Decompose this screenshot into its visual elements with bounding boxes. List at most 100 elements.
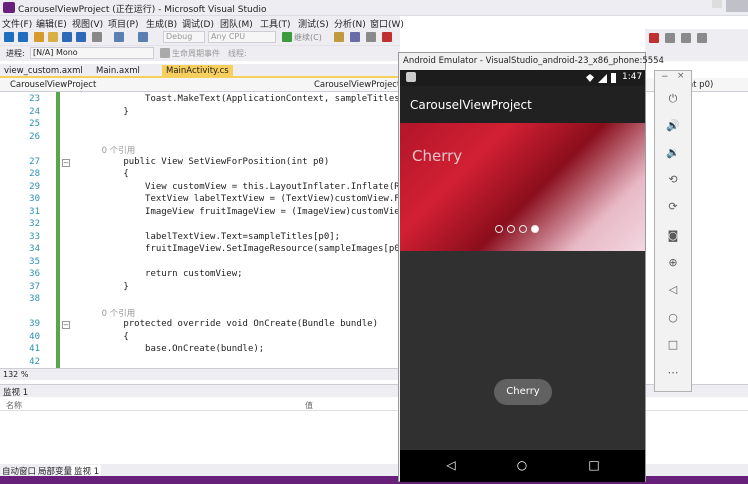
- nav-back-icon[interactable]: ◁: [444, 458, 458, 472]
- android-nav-bar: ◁ ○ □: [400, 450, 645, 482]
- tab-main-axml[interactable]: Main.axml: [92, 65, 144, 78]
- collapse-toggle[interactable]: −: [62, 158, 70, 167]
- close-button[interactable]: [726, 0, 748, 12]
- toolbar-right-icon[interactable]: [665, 33, 675, 43]
- diagnostics-icon[interactable]: [350, 32, 360, 42]
- lifecycle-events-label[interactable]: 生命周期事件: [172, 48, 220, 59]
- stop-icon[interactable]: [382, 32, 392, 42]
- line-number: 34: [29, 244, 40, 254]
- debug-config-select[interactable]: Debug: [163, 31, 205, 43]
- device-screen[interactable]: 1:47 CarouselViewProject Cherry Cherry ◁…: [400, 70, 645, 482]
- debug-target-icon[interactable]: [334, 32, 344, 42]
- app-toolbar: CarouselViewProject: [400, 86, 645, 123]
- camera-icon[interactable]: ◙: [663, 228, 683, 244]
- zoom-icon[interactable]: ⊕: [663, 255, 683, 271]
- collapse-toggle[interactable]: −: [62, 321, 70, 329]
- reference-count: 0 个引用: [80, 146, 136, 156]
- line-number: 29: [29, 181, 40, 192]
- emulator-window: Android Emulator - VisualStudio_android-…: [398, 52, 664, 482]
- continue-label[interactable]: 继续(C): [294, 32, 322, 43]
- tab-mainactivity[interactable]: MainActivity.cs: [162, 65, 233, 78]
- rotate-right-icon[interactable]: ⟳: [663, 199, 683, 215]
- clock: 1:47: [622, 72, 643, 82]
- carousel-dot[interactable]: [495, 225, 503, 233]
- nav-home-icon[interactable]: ○: [515, 458, 529, 472]
- redo-icon[interactable]: [138, 32, 148, 42]
- signal-icon: [598, 74, 607, 83]
- android-status-bar: 1:47: [400, 70, 645, 86]
- code-line: fruitImageView.SetImageResource(sampleIm…: [80, 244, 400, 254]
- code-line: TextView labelTextView = (TextView)custo…: [80, 194, 400, 204]
- line-number: 30: [29, 194, 40, 204]
- battery-icon: [611, 73, 616, 83]
- line-number: 24: [29, 106, 40, 117]
- code-editor[interactable]: 23 Toast.MakeText(ApplicationContext, sa…: [0, 92, 400, 368]
- toolbar-right-icon[interactable]: [697, 33, 707, 43]
- save-all-icon[interactable]: [76, 32, 86, 42]
- rotate-left-icon[interactable]: ⟲: [663, 172, 683, 188]
- type-dropdown[interactable]: CarouselViewProject: [314, 80, 400, 90]
- cut-icon[interactable]: [92, 32, 102, 42]
- power-icon[interactable]: ⏻: [663, 91, 683, 107]
- watch-col-name[interactable]: 名称: [6, 400, 22, 411]
- platform-select[interactable]: Any CPU: [208, 31, 276, 43]
- settings-icon[interactable]: [366, 32, 376, 42]
- line-number: 37: [29, 281, 40, 292]
- document-tab-bar: view_custom.axml Main.axml MainActivity.…: [0, 64, 400, 78]
- thread-label: 线程:: [228, 49, 247, 58]
- change-indicator: [56, 92, 60, 368]
- overview-icon[interactable]: □: [663, 337, 683, 353]
- carousel-view[interactable]: Cherry: [400, 123, 645, 251]
- line-number: 41: [29, 344, 40, 354]
- volume-up-icon[interactable]: 🔊: [663, 118, 683, 134]
- process-select[interactable]: [N/A] Mono: [30, 47, 154, 59]
- nav-overview-icon[interactable]: □: [587, 458, 601, 472]
- carousel-dot[interactable]: [531, 225, 539, 233]
- process-label: 进程:: [6, 49, 25, 58]
- wifi-icon: [586, 74, 594, 82]
- code-line: ImageView fruitImageView = (ImageView)cu…: [80, 206, 400, 217]
- line-number: 27: [29, 156, 40, 167]
- zoom-level[interactable]: 132 %: [3, 370, 28, 379]
- minimize-button[interactable]: [712, 0, 722, 8]
- code-line: }: [80, 106, 129, 117]
- side-panel-close-icon[interactable]: ×: [677, 71, 685, 81]
- more-icon[interactable]: ⋯: [663, 365, 683, 381]
- back-nav-icon[interactable]: [4, 32, 14, 42]
- line-number: 36: [29, 269, 40, 279]
- emulator-side-panel: − × ⏻ 🔊 🔉 ⟲ ⟳ ◙ ⊕ ◁ ○ □ ⋯: [654, 70, 692, 392]
- carousel-dot[interactable]: [519, 225, 527, 233]
- undo-icon[interactable]: [114, 32, 124, 42]
- back-icon[interactable]: ◁: [663, 282, 683, 298]
- carousel-dot[interactable]: [507, 225, 515, 233]
- debug-location-toolbar: 进程: [N/A] Mono 生命周期事件 线程:: [0, 46, 400, 61]
- code-line: {: [80, 169, 129, 179]
- forward-nav-icon[interactable]: [18, 32, 28, 42]
- home-icon[interactable]: ○: [663, 310, 683, 326]
- code-line: Toast.MakeText(ApplicationContext, sampl…: [80, 94, 400, 104]
- tab-view-custom[interactable]: view_custom.axml: [0, 65, 87, 78]
- code-line: View customView = this.LayoutInflater.In…: [80, 181, 400, 192]
- line-number: 31: [29, 206, 40, 217]
- project-dropdown[interactable]: CarouselViewProject: [10, 80, 96, 90]
- open-folder-icon[interactable]: [48, 32, 58, 42]
- toast-message: Cherry: [494, 379, 552, 405]
- toolbar-right-icon[interactable]: [649, 33, 659, 43]
- watch-title: 监视 1: [3, 388, 29, 398]
- line-number: 42: [29, 356, 40, 367]
- title-bar: CarouselViewProject (正在运行) - Microsoft V…: [0, 0, 748, 16]
- volume-down-icon[interactable]: 🔉: [663, 145, 683, 161]
- watch-col-value[interactable]: 值: [305, 400, 313, 411]
- vs-logo-icon: [3, 2, 15, 13]
- toolbar-right-icon[interactable]: [681, 33, 691, 43]
- code-line: {: [80, 331, 129, 342]
- continue-icon[interactable]: [282, 32, 292, 42]
- line-number: 40: [29, 331, 40, 342]
- emulator-title[interactable]: Android Emulator - VisualStudio_android-…: [403, 56, 664, 66]
- lifecycle-icon: [160, 48, 170, 58]
- side-panel-minimize-icon[interactable]: −: [661, 72, 669, 82]
- line-number: 38: [29, 294, 40, 304]
- line-number: 25: [29, 119, 40, 129]
- new-project-icon[interactable]: [34, 32, 44, 42]
- save-icon[interactable]: [62, 32, 72, 42]
